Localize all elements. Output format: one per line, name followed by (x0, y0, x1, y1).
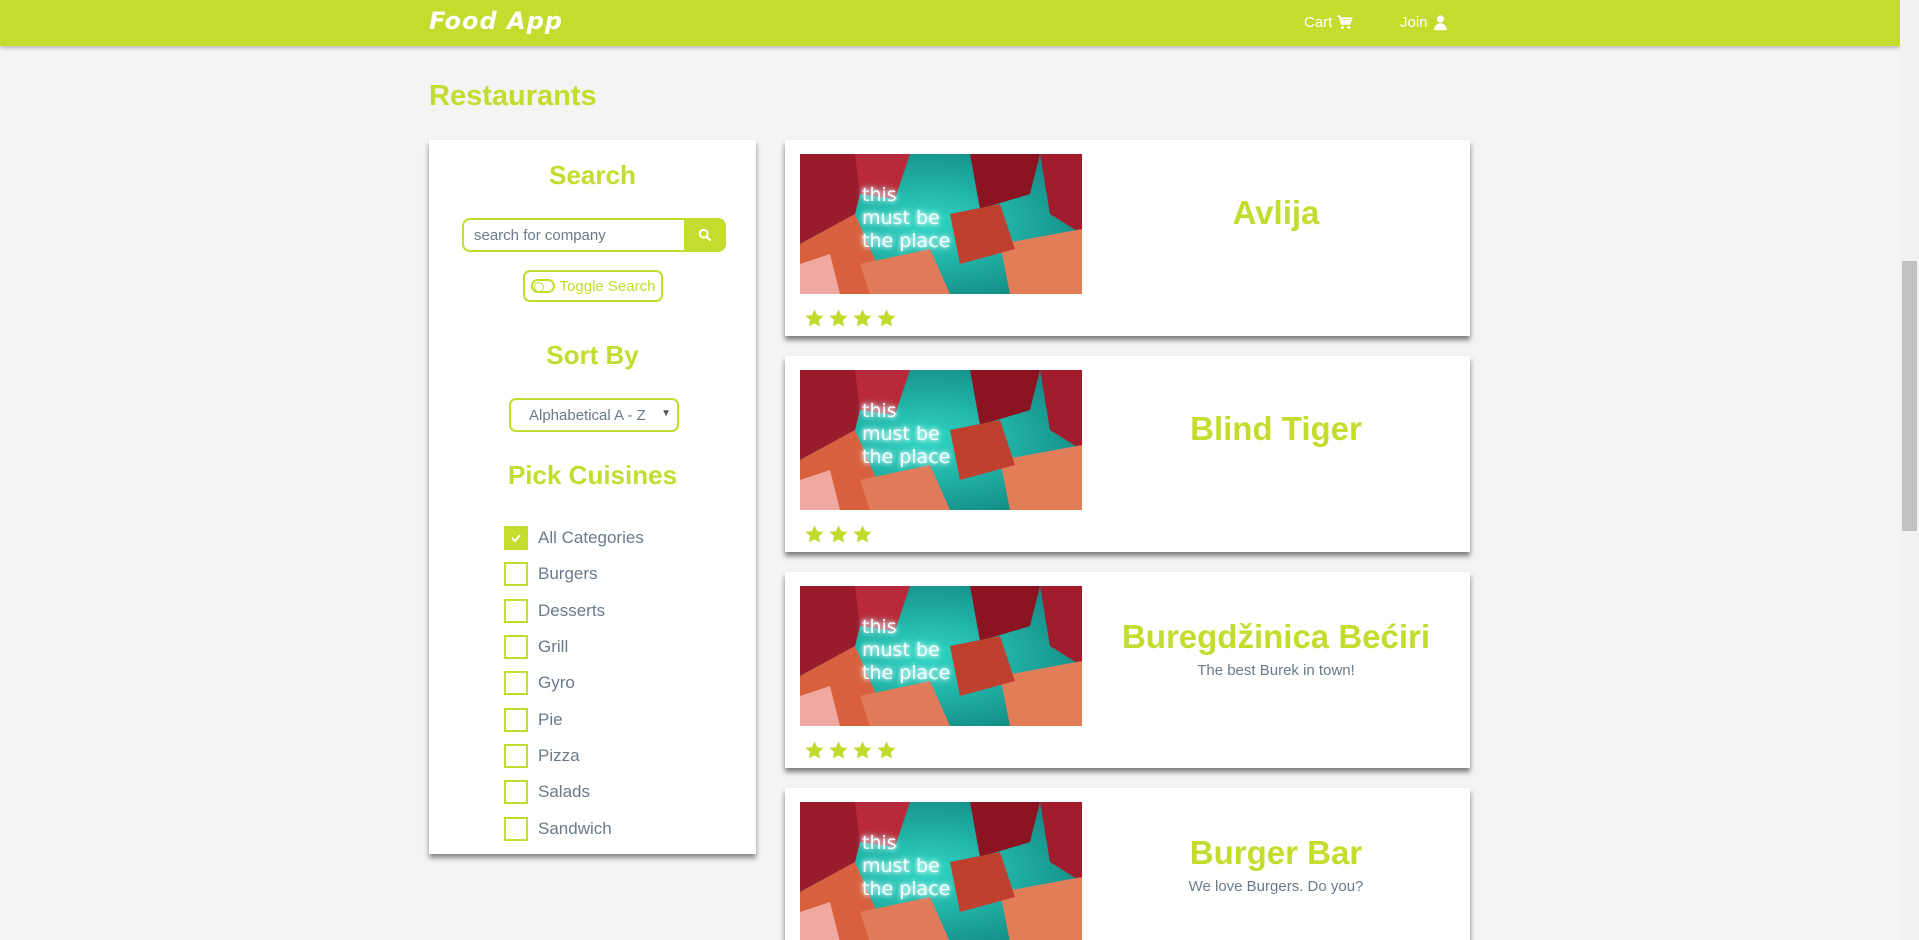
cuisine-option[interactable]: Grill (504, 629, 644, 665)
cuisine-checkbox[interactable] (504, 671, 528, 696)
cuisine-checkbox[interactable] (504, 526, 528, 551)
sort-select[interactable]: Alphabetical A - Z ▼ (509, 398, 679, 432)
cuisine-option[interactable]: All Categories (504, 520, 644, 556)
cuisine-list: All Categories Burgers Desserts Grill Gyro Pi… (504, 520, 644, 847)
restaurant-image: this must be the place (800, 370, 1082, 510)
restaurant-image: this must be the place (800, 802, 1082, 940)
search-button[interactable] (684, 218, 726, 252)
toggle-search-label: Toggle Search (559, 277, 656, 295)
shopping-cart-icon (1337, 15, 1354, 29)
cuisine-option[interactable]: Pie (504, 701, 644, 737)
restaurant-name[interactable]: Avlija (1082, 194, 1470, 232)
cuisine-label: Pie (538, 709, 563, 729)
search-box (462, 218, 726, 252)
cuisine-option[interactable]: Burgers (504, 556, 644, 592)
neon-sign-text: this must be the place (862, 616, 951, 684)
cuisine-option[interactable]: Gyro (504, 665, 644, 701)
cuisine-checkbox[interactable] (504, 780, 528, 805)
restaurant-card[interactable]: this must be the place Burger Bar We love Bu… (785, 788, 1470, 940)
cuisine-label: Sandwich (538, 818, 612, 838)
cuisine-option[interactable]: Pizza (504, 738, 644, 774)
brand-logo[interactable]: Food App (429, 7, 563, 35)
rating-stars (804, 524, 873, 545)
restaurant-name[interactable]: Burger Bar (1082, 834, 1470, 872)
restaurant-description: The best Burek in town! (1197, 662, 1355, 679)
cuisine-checkbox[interactable] (504, 598, 528, 623)
cuisine-option[interactable]: Sandwich (504, 810, 644, 846)
cuisines-heading: Pick Cuisines (507, 460, 678, 490)
restaurant-name[interactable]: Blind Tiger (1082, 410, 1470, 448)
search-input[interactable] (462, 218, 684, 252)
join-label: Join (1400, 14, 1428, 31)
star-icon (877, 741, 896, 759)
neon-sign-text: this must be the place (862, 400, 951, 468)
cuisine-label: Burgers (538, 564, 598, 584)
restaurant-name[interactable]: Buregdžinica Bećiri (1082, 618, 1470, 656)
restaurant-card[interactable]: this must be the place Avlija (785, 140, 1470, 336)
caret-down-icon: ▼ (661, 408, 671, 419)
restaurant-card[interactable]: this must be the place Blind Tiger (785, 356, 1470, 552)
cuisine-label: Desserts (538, 600, 606, 620)
cuisine-checkbox[interactable] (504, 635, 528, 660)
cuisine-label: Salads (538, 782, 590, 802)
cuisine-label: Gyro (538, 673, 575, 693)
restaurant-description: We love Burgers. Do you? (1188, 878, 1364, 895)
star-icon (853, 741, 872, 759)
restaurant-image: this must be the place (800, 154, 1082, 294)
toggle-icon (530, 279, 555, 293)
search-heading: Search (549, 160, 636, 190)
star-icon (853, 525, 872, 543)
restaurant-image: this must be the place (800, 586, 1082, 726)
checkmark-icon (511, 534, 521, 543)
cuisine-checkbox[interactable] (504, 743, 528, 768)
cart-link[interactable]: Cart (1304, 14, 1354, 31)
star-icon (805, 741, 824, 759)
star-icon (805, 309, 824, 327)
cuisine-checkbox[interactable] (504, 562, 528, 587)
toggle-search-button[interactable]: Toggle Search (523, 270, 663, 302)
star-icon (805, 525, 824, 543)
cuisine-label: Pizza (538, 745, 580, 765)
star-icon (853, 309, 872, 327)
rating-stars (804, 740, 897, 761)
neon-sign-text: this must be the place (862, 832, 951, 900)
top-navbar: Food App Cart Join (0, 0, 1900, 46)
star-icon (877, 309, 896, 327)
cuisine-checkbox[interactable] (504, 707, 528, 732)
sort-heading: Sort By (546, 340, 639, 370)
filter-sidebar: Search Toggle Search Sort By Alphabetica… (429, 140, 756, 854)
search-icon (698, 228, 712, 242)
cuisine-label: All Categories (538, 528, 644, 548)
user-icon (1433, 15, 1447, 31)
neon-sign-text: this must be the place (862, 184, 951, 252)
page-title: Restaurants (429, 80, 597, 112)
star-icon (829, 741, 848, 759)
rating-stars (804, 308, 897, 329)
star-icon (829, 309, 848, 327)
cuisine-option[interactable]: Desserts (504, 593, 644, 629)
restaurant-card[interactable]: this must be the place Buregdžinica Bećiri T… (785, 572, 1470, 768)
cuisine-checkbox[interactable] (504, 816, 528, 841)
cuisine-label: Grill (538, 637, 569, 657)
cuisine-option[interactable]: Salads (504, 774, 644, 810)
join-link[interactable]: Join (1400, 14, 1449, 31)
sort-selected-value: Alphabetical A - Z (529, 406, 646, 424)
star-icon (829, 525, 848, 543)
cart-label: Cart (1304, 14, 1333, 31)
scrollbar-thumb[interactable] (1902, 261, 1917, 531)
